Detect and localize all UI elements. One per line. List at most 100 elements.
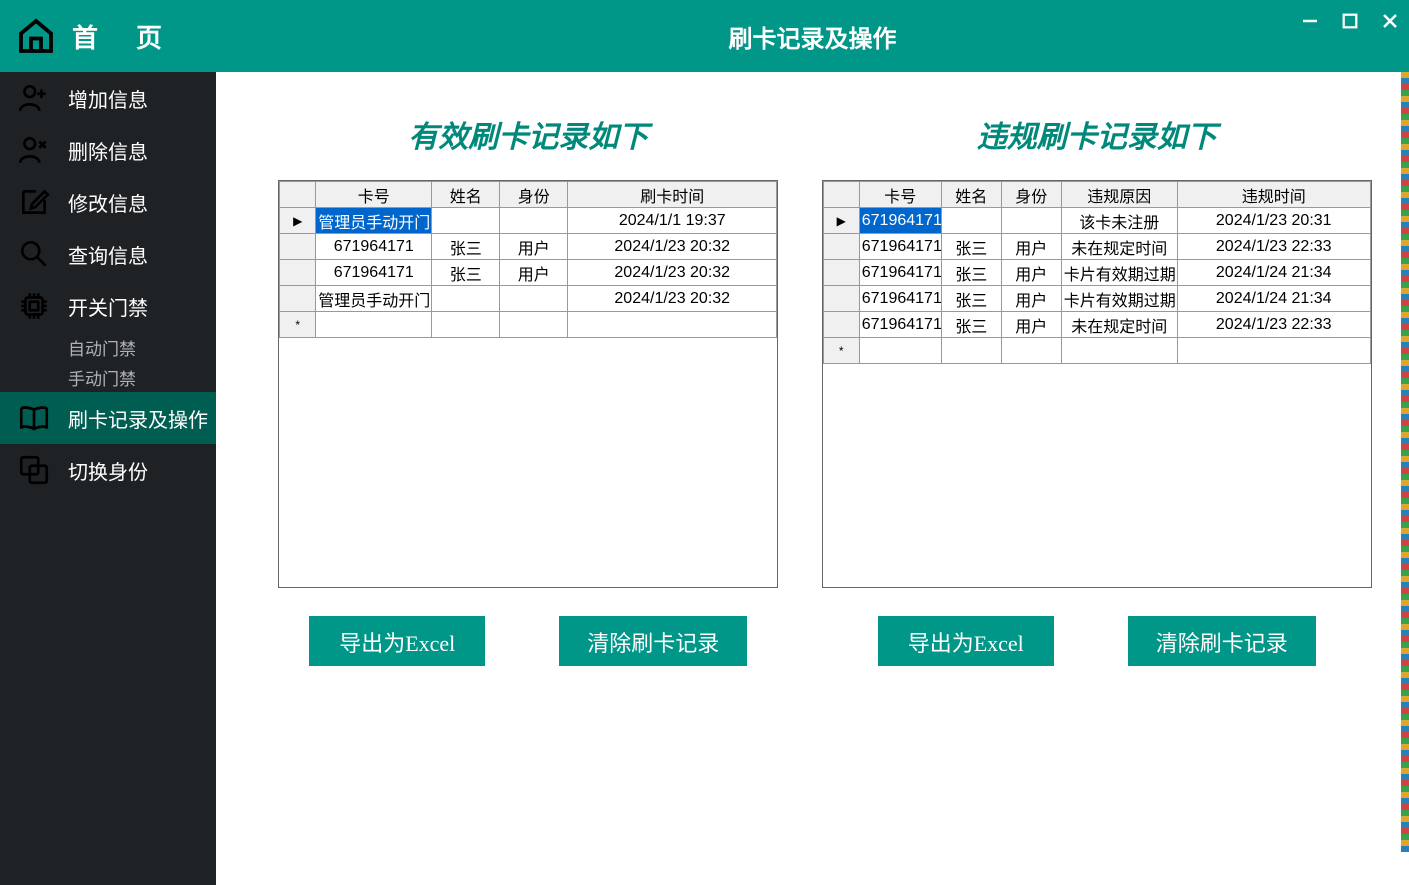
cell-card[interactable]: 671964171 — [859, 208, 941, 234]
invalid-grid[interactable]: 卡号 姓名 身份 违规原因 违规时间 ▶ 671964171 — [822, 180, 1372, 588]
col-role[interactable]: 身份 — [500, 182, 568, 208]
window-controls — [1299, 10, 1401, 32]
clear-valid-button[interactable]: 清除刷卡记录 — [559, 616, 747, 666]
col-time[interactable]: 违规时间 — [1177, 182, 1370, 208]
cell-card[interactable]: 671964171 — [859, 260, 941, 286]
table-new-row[interactable]: * — [823, 338, 1370, 364]
col-role[interactable]: 身份 — [1001, 182, 1061, 208]
col-name[interactable]: 姓名 — [941, 182, 1001, 208]
cell-time[interactable]: 2024/1/1 19:37 — [568, 208, 777, 234]
sidebar-sub-manual-door[interactable]: 手动门禁 — [0, 362, 216, 392]
clear-invalid-button[interactable]: 清除刷卡记录 — [1128, 616, 1316, 666]
cell-name[interactable]: 张三 — [941, 260, 1001, 286]
cell-name[interactable]: 张三 — [432, 260, 500, 286]
maximize-button[interactable] — [1339, 10, 1361, 32]
cell-role[interactable] — [1001, 208, 1061, 234]
cell-reason[interactable]: 该卡未注册 — [1061, 208, 1177, 234]
col-card[interactable]: 卡号 — [316, 182, 432, 208]
sidebar-item-home[interactable]: 首 页 — [0, 0, 216, 72]
minimize-button[interactable] — [1299, 10, 1321, 32]
cell-role[interactable]: 用户 — [1001, 234, 1061, 260]
cell-card[interactable]: 671964171 — [859, 312, 941, 338]
cell-role[interactable]: 用户 — [1001, 312, 1061, 338]
table-row[interactable]: 管理员手动开门 2024/1/23 20:32 — [280, 286, 777, 312]
col-reason[interactable]: 违规原因 — [1061, 182, 1177, 208]
cell-name[interactable]: 张三 — [941, 286, 1001, 312]
sidebar-item-label: 删除信息 — [68, 136, 148, 165]
sidebar-item-door-control[interactable]: 开关门禁 — [0, 280, 216, 332]
table-row[interactable]: 671964171 张三 用户 2024/1/23 20:32 — [280, 260, 777, 286]
cell-card[interactable]: 671964171 — [859, 286, 941, 312]
sidebar-item-add-info[interactable]: 增加信息 — [0, 72, 216, 124]
cell-role[interactable] — [500, 286, 568, 312]
search-icon — [14, 234, 54, 274]
page-title: 刷卡记录及操作 — [729, 19, 897, 54]
table-row[interactable]: 671964171 张三 用户 卡片有效期过期 2024/1/24 21:34 — [823, 260, 1370, 286]
sidebar-item-switch-role[interactable]: 切换身份 — [0, 444, 216, 496]
cell-name[interactable] — [432, 208, 500, 234]
cell-name[interactable] — [432, 286, 500, 312]
cell-name[interactable]: 张三 — [432, 234, 500, 260]
content: 有效刷卡记录如下 卡号 姓名 身份 刷卡时间 — [216, 72, 1409, 885]
cell-card[interactable]: 671964171 — [316, 260, 432, 286]
cell-card[interactable]: 671964171 — [316, 234, 432, 260]
cell-reason[interactable]: 未在规定时间 — [1061, 234, 1177, 260]
table-new-row[interactable]: * — [280, 312, 777, 338]
cell-role[interactable]: 用户 — [500, 260, 568, 286]
cell-reason[interactable]: 卡片有效期过期 — [1061, 286, 1177, 312]
sidebar-sub-auto-door[interactable]: 自动门禁 — [0, 332, 216, 362]
table-header-row: 卡号 姓名 身份 刷卡时间 — [280, 182, 777, 208]
right-edge-stripe — [1401, 72, 1409, 852]
cell-name[interactable]: 张三 — [941, 312, 1001, 338]
sidebar-item-label: 增加信息 — [68, 84, 148, 113]
col-name[interactable]: 姓名 — [432, 182, 500, 208]
user-x-icon — [14, 130, 54, 170]
cell-reason[interactable]: 未在规定时间 — [1061, 312, 1177, 338]
cell-time[interactable]: 2024/1/23 20:32 — [568, 260, 777, 286]
cell-name[interactable]: 张三 — [941, 234, 1001, 260]
sidebar-item-edit-info[interactable]: 修改信息 — [0, 176, 216, 228]
cell-card[interactable]: 管理员手动开门 — [316, 208, 432, 234]
table-row[interactable]: ▶ 671964171 该卡未注册 2024/1/23 20:31 — [823, 208, 1370, 234]
export-valid-button[interactable]: 导出为Excel — [309, 616, 485, 666]
cell-name[interactable] — [941, 208, 1001, 234]
cell-time[interactable]: 2024/1/23 22:33 — [1177, 312, 1370, 338]
cell-time[interactable]: 2024/1/23 20:32 — [568, 234, 777, 260]
table-row[interactable]: ▶ 管理员手动开门 2024/1/1 19:37 — [280, 208, 777, 234]
col-time[interactable]: 刷卡时间 — [568, 182, 777, 208]
col-card[interactable]: 卡号 — [859, 182, 941, 208]
sidebar-sub-label: 自动门禁 — [68, 335, 136, 360]
table-row[interactable]: 671964171 张三 用户 未在规定时间 2024/1/23 22:33 — [823, 312, 1370, 338]
cell-role[interactable] — [500, 208, 568, 234]
cell-reason[interactable]: 卡片有效期过期 — [1061, 260, 1177, 286]
sidebar-item-label: 查询信息 — [68, 240, 148, 269]
cell-role[interactable]: 用户 — [1001, 260, 1061, 286]
valid-grid[interactable]: 卡号 姓名 身份 刷卡时间 ▶ 管理员手动开门 — [278, 180, 778, 588]
cell-time[interactable]: 2024/1/23 20:32 — [568, 286, 777, 312]
swap-icon — [14, 450, 54, 490]
user-plus-icon — [14, 78, 54, 118]
invalid-title: 违规刷卡记录如下 — [977, 112, 1217, 156]
cell-time[interactable]: 2024/1/23 22:33 — [1177, 234, 1370, 260]
sidebar-item-query-info[interactable]: 查询信息 — [0, 228, 216, 280]
cell-role[interactable]: 用户 — [1001, 286, 1061, 312]
cell-card[interactable]: 管理员手动开门 — [316, 286, 432, 312]
cell-time[interactable]: 2024/1/24 21:34 — [1177, 286, 1370, 312]
edit-icon — [14, 182, 54, 222]
close-button[interactable] — [1379, 10, 1401, 32]
export-invalid-button[interactable]: 导出为Excel — [878, 616, 1054, 666]
table-row[interactable]: 671964171 张三 用户 卡片有效期过期 2024/1/24 21:34 — [823, 286, 1370, 312]
sidebar-item-card-records[interactable]: 刷卡记录及操作 — [0, 392, 216, 444]
cell-time[interactable]: 2024/1/24 21:34 — [1177, 260, 1370, 286]
table-row[interactable]: 671964171 张三 用户 未在规定时间 2024/1/23 22:33 — [823, 234, 1370, 260]
cell-card[interactable]: 671964171 — [859, 234, 941, 260]
sidebar-home-label: 首 页 — [72, 18, 168, 55]
sidebar-item-delete-info[interactable]: 删除信息 — [0, 124, 216, 176]
cell-time[interactable]: 2024/1/23 20:31 — [1177, 208, 1370, 234]
invalid-records-panel: 违规刷卡记录如下 卡号 姓名 身份 违规原因 — [813, 112, 1382, 885]
valid-records-panel: 有效刷卡记录如下 卡号 姓名 身份 刷卡时间 — [244, 112, 813, 885]
cell-role[interactable]: 用户 — [500, 234, 568, 260]
titlebar: 刷卡记录及操作 — [216, 0, 1409, 72]
sidebar-item-label: 切换身份 — [68, 456, 148, 485]
table-row[interactable]: 671964171 张三 用户 2024/1/23 20:32 — [280, 234, 777, 260]
